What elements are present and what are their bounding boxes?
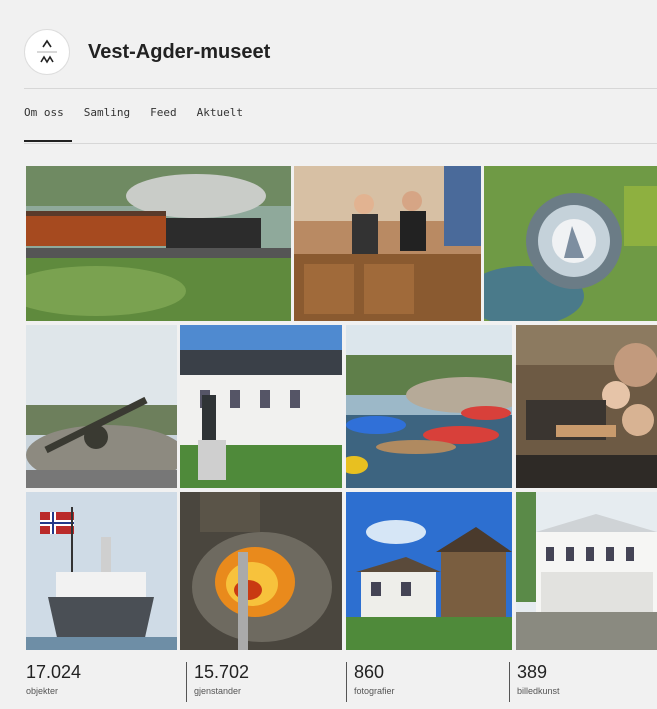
stat-billedkunst: 389 billedkunst <box>517 662 560 702</box>
stat-label: billedkunst <box>517 686 560 696</box>
collection-stats: 17.024 objekter 15.702 gjenstander 860 f… <box>24 662 657 706</box>
tab-aktuelt[interactable]: Aktuelt <box>197 106 243 119</box>
stat-label: objekter <box>26 686 59 696</box>
tab-samling[interactable]: Samling <box>84 106 130 119</box>
tab-bar: Om oss Samling Feed Aktuelt <box>24 106 243 119</box>
stat-divider <box>346 662 347 702</box>
manor-house-statue-photo[interactable] <box>180 325 342 488</box>
stat-gjenstander: 15.702 gjenstander <box>194 662 249 702</box>
page-title: Vest-Agder-museet <box>88 40 271 63</box>
stat-label: fotografier <box>354 686 395 696</box>
craft-workshop-photo[interactable] <box>516 325 657 488</box>
tab-om-oss[interactable]: Om oss <box>24 106 64 119</box>
stat-value: 860 <box>354 662 385 682</box>
active-tab-indicator <box>24 140 72 142</box>
white-house-photo[interactable] <box>516 492 657 650</box>
stat-value: 15.702 <box>194 662 250 682</box>
stat-value: 17.024 <box>26 662 82 682</box>
header-divider <box>24 88 657 89</box>
ship-with-flag-photo[interactable] <box>26 492 177 650</box>
museum-shop-photo[interactable] <box>294 166 481 321</box>
steam-train-photo[interactable] <box>26 166 291 321</box>
kayaks-photo[interactable] <box>346 325 512 488</box>
old-farm-buildings-photo[interactable] <box>346 492 512 650</box>
cannon-photo[interactable] <box>26 325 177 488</box>
stat-divider <box>186 662 187 702</box>
stat-label: gjenstander <box>194 686 242 696</box>
stat-divider <box>509 662 510 702</box>
tabs-divider <box>24 143 657 144</box>
glowing-forge-photo[interactable] <box>180 492 342 650</box>
stat-fotografier: 860 fotografier <box>354 662 395 702</box>
vest-agder-museet-logo-icon[interactable] <box>24 29 70 75</box>
header: Vest-Agder-museet <box>24 24 270 80</box>
stat-objekter: 17.024 objekter <box>26 662 81 702</box>
aerial-fort-photo[interactable] <box>484 166 657 321</box>
tab-feed[interactable]: Feed <box>150 106 177 119</box>
photo-gallery <box>26 166 657 650</box>
stat-value: 389 <box>517 662 548 682</box>
